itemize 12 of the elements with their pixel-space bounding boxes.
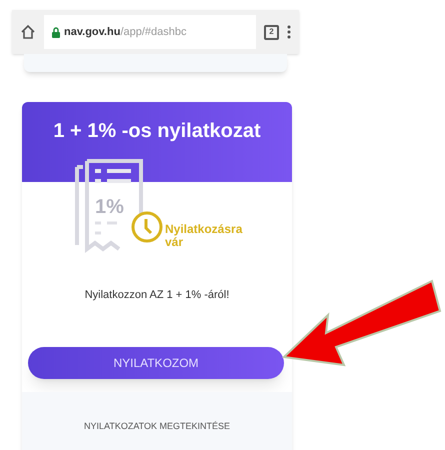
tab-count-button[interactable]: 2 [264,24,279,40]
status-text: Nyilatkozásra vár [165,223,244,249]
menu-icon[interactable] [287,25,291,39]
clock-icon [130,210,164,244]
card-title: 1 + 1% -os nyilatkozat [53,119,261,144]
prompt-text: Nyilatkozzon AZ 1 + 1% -áról! [84,288,230,303]
lock-icon [52,26,60,38]
view-declarations-link[interactable]: NYILATKOZATOK MEGTEKINTÉSE [84,420,230,434]
address-bar[interactable]: nav.gov.hu/app/#dashbc [44,15,256,49]
url-text: nav.gov.hu/app/#dashbc [64,24,186,40]
home-icon[interactable] [20,24,36,40]
declare-button[interactable]: NYILATKOZOM [28,347,284,379]
